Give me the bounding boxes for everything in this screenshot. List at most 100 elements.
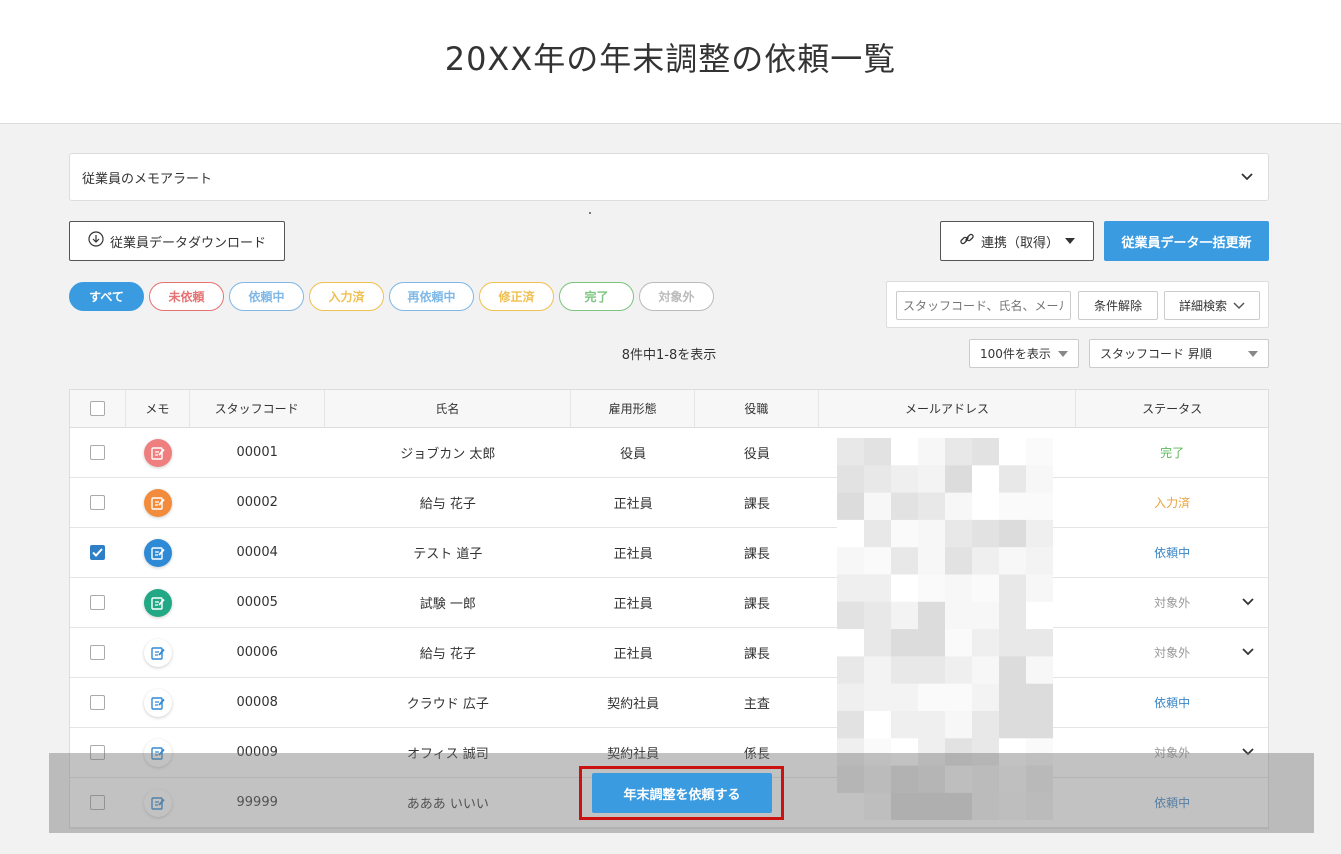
sort-value: スタッフコード 昇順 xyxy=(1100,347,1212,361)
row-checkbox-cell xyxy=(70,578,126,627)
header-staff-code[interactable]: スタッフコード xyxy=(190,390,325,427)
staff-code: 00004 xyxy=(236,545,278,560)
page-header: 20XX年の年末調整の依頼一覧 xyxy=(0,0,1341,124)
bulk-update-button[interactable]: 従業員データ一括更新 xyxy=(1104,221,1269,261)
status-cell: 完了 xyxy=(1076,428,1268,477)
download-icon xyxy=(88,231,104,251)
table-row[interactable]: 00004 テスト 道子 正社員 課長 依頼中 xyxy=(70,528,1268,578)
per-page-select[interactable]: 100件を表示 xyxy=(969,339,1079,368)
status-label: 対象外 xyxy=(1154,596,1191,610)
filter-pill[interactable]: 再依頼中 xyxy=(389,282,474,311)
memo-edit-icon[interactable] xyxy=(143,588,172,617)
staff-code: 00002 xyxy=(236,495,278,510)
memo-cell xyxy=(126,478,190,527)
advanced-search-button[interactable]: 詳細検索 xyxy=(1164,291,1260,320)
table-row[interactable]: 00002 給与 花子 正社員 課長 入力済 xyxy=(70,478,1268,528)
memo-alert-label: 従業員のメモアラート xyxy=(82,171,213,187)
clear-conditions-button[interactable]: 条件解除 xyxy=(1078,291,1158,320)
employee-name: ジョブカン 太郎 xyxy=(400,447,496,462)
position: 課長 xyxy=(743,647,770,662)
status-label: 依頼中 xyxy=(1154,546,1191,560)
filter-pill[interactable]: 対象外 xyxy=(639,282,714,311)
employee-name: 給与 花子 xyxy=(419,647,476,662)
row-checkbox-cell xyxy=(70,478,126,527)
position: 課長 xyxy=(743,497,770,512)
filter-pill[interactable]: 未依頼 xyxy=(149,282,224,311)
row-checkbox[interactable] xyxy=(90,595,106,610)
link-icon xyxy=(959,231,975,251)
checkmark-icon xyxy=(92,548,104,557)
staff-code: 00008 xyxy=(236,695,278,710)
row-checkbox[interactable] xyxy=(90,545,106,560)
header-name[interactable]: 氏名 xyxy=(325,390,572,427)
advanced-search-label: 詳細検索 xyxy=(1178,299,1227,313)
table-row[interactable]: 00008 クラウド 広子 契約社員 主査 依頼中 xyxy=(70,678,1268,728)
memo-edit-icon[interactable] xyxy=(143,538,172,567)
memo-edit-icon[interactable] xyxy=(143,438,172,467)
table-header: メモ スタッフコード 氏名 雇用形態 役職 メールアドレス ステータス xyxy=(70,390,1268,428)
row-checkbox-cell xyxy=(70,428,126,477)
employee-name: 試験 一郎 xyxy=(419,597,476,612)
row-checkbox[interactable] xyxy=(90,645,106,660)
link-fetch-dropdown[interactable]: 連携（取得） xyxy=(940,221,1094,261)
memo-edit-icon[interactable] xyxy=(143,638,172,667)
search-input[interactable] xyxy=(896,291,1071,320)
page-title: 20XX年の年末調整の依頼一覧 xyxy=(444,39,897,78)
table-row[interactable]: 00006 給与 花子 正社員 課長 対象外 xyxy=(70,628,1268,678)
caret-down-icon xyxy=(1248,350,1258,357)
employment-type: 正社員 xyxy=(613,597,653,612)
header-memo: メモ xyxy=(126,390,190,427)
position: 役員 xyxy=(743,447,770,462)
filter-pill[interactable]: 依頼中 xyxy=(229,282,304,311)
memo-cell xyxy=(126,678,190,727)
header-email[interactable]: メールアドレス xyxy=(819,390,1077,427)
filter-pill[interactable]: すべて xyxy=(69,282,144,311)
link-fetch-label: 連携（取得） xyxy=(980,235,1059,251)
row-checkbox[interactable] xyxy=(90,495,106,510)
filter-pill[interactable]: 修正済 xyxy=(479,282,554,311)
header-position[interactable]: 役職 xyxy=(695,390,819,427)
row-checkbox-cell xyxy=(70,528,126,577)
employee-name: クラウド 広子 xyxy=(406,697,489,712)
chevron-down-icon[interactable] xyxy=(1238,168,1256,186)
row-checkbox[interactable] xyxy=(90,445,106,460)
header-status[interactable]: ステータス xyxy=(1076,390,1268,427)
status-cell: 対象外 xyxy=(1076,578,1268,627)
memo-edit-icon[interactable] xyxy=(143,688,172,717)
row-checkbox[interactable] xyxy=(90,695,106,710)
employment-type: 契約社員 xyxy=(607,697,660,712)
status-label: 対象外 xyxy=(1154,646,1191,660)
staff-code: 00006 xyxy=(236,645,278,660)
memo-cell xyxy=(126,628,190,677)
memo-alert-accordion[interactable]: 従業員のメモアラート xyxy=(69,153,1269,201)
status-cell: 依頼中 xyxy=(1076,678,1268,727)
download-button[interactable]: 従業員データダウンロード xyxy=(69,221,285,261)
status-label: 完了 xyxy=(1160,446,1185,460)
memo-edit-icon[interactable] xyxy=(143,488,172,517)
employee-name: 給与 花子 xyxy=(419,497,476,512)
caret-down-icon xyxy=(1058,350,1068,357)
position: 課長 xyxy=(743,597,770,612)
status-label: 依頼中 xyxy=(1154,696,1191,710)
chevron-down-icon[interactable] xyxy=(1242,595,1254,610)
filter-pill[interactable]: 入力済 xyxy=(309,282,384,311)
memo-cell xyxy=(126,578,190,627)
filter-pill[interactable]: 完了 xyxy=(559,282,634,311)
employment-type: 正社員 xyxy=(613,547,653,562)
chevron-down-icon[interactable] xyxy=(1242,645,1254,660)
position: 課長 xyxy=(743,547,770,562)
chevron-down-icon xyxy=(1233,299,1245,313)
request-year-end-adjustment-button[interactable]: 年末調整を依頼する xyxy=(592,773,772,813)
status-cell: 依頼中 xyxy=(1076,528,1268,577)
header-employment-type[interactable]: 雇用形態 xyxy=(571,390,695,427)
table-row[interactable]: 00001 ジョブカン 太郎 役員 役員 完了 xyxy=(70,428,1268,478)
status-filter-group: すべて 未依頼 依頼中 入力済 再依頼中 修正済 完了 対象外 xyxy=(69,282,714,311)
download-label: 従業員データダウンロード xyxy=(109,235,266,251)
search-panel: 条件解除 詳細検索 xyxy=(886,281,1269,328)
sort-select[interactable]: スタッフコード 昇順 xyxy=(1089,339,1269,368)
staff-code: 00005 xyxy=(236,595,278,610)
table-row[interactable]: 00005 試験 一郎 正社員 課長 対象外 xyxy=(70,578,1268,628)
divider-dot xyxy=(589,212,591,214)
result-count: 8件中1-8を表示 xyxy=(621,348,717,363)
select-all-checkbox[interactable] xyxy=(89,401,105,416)
